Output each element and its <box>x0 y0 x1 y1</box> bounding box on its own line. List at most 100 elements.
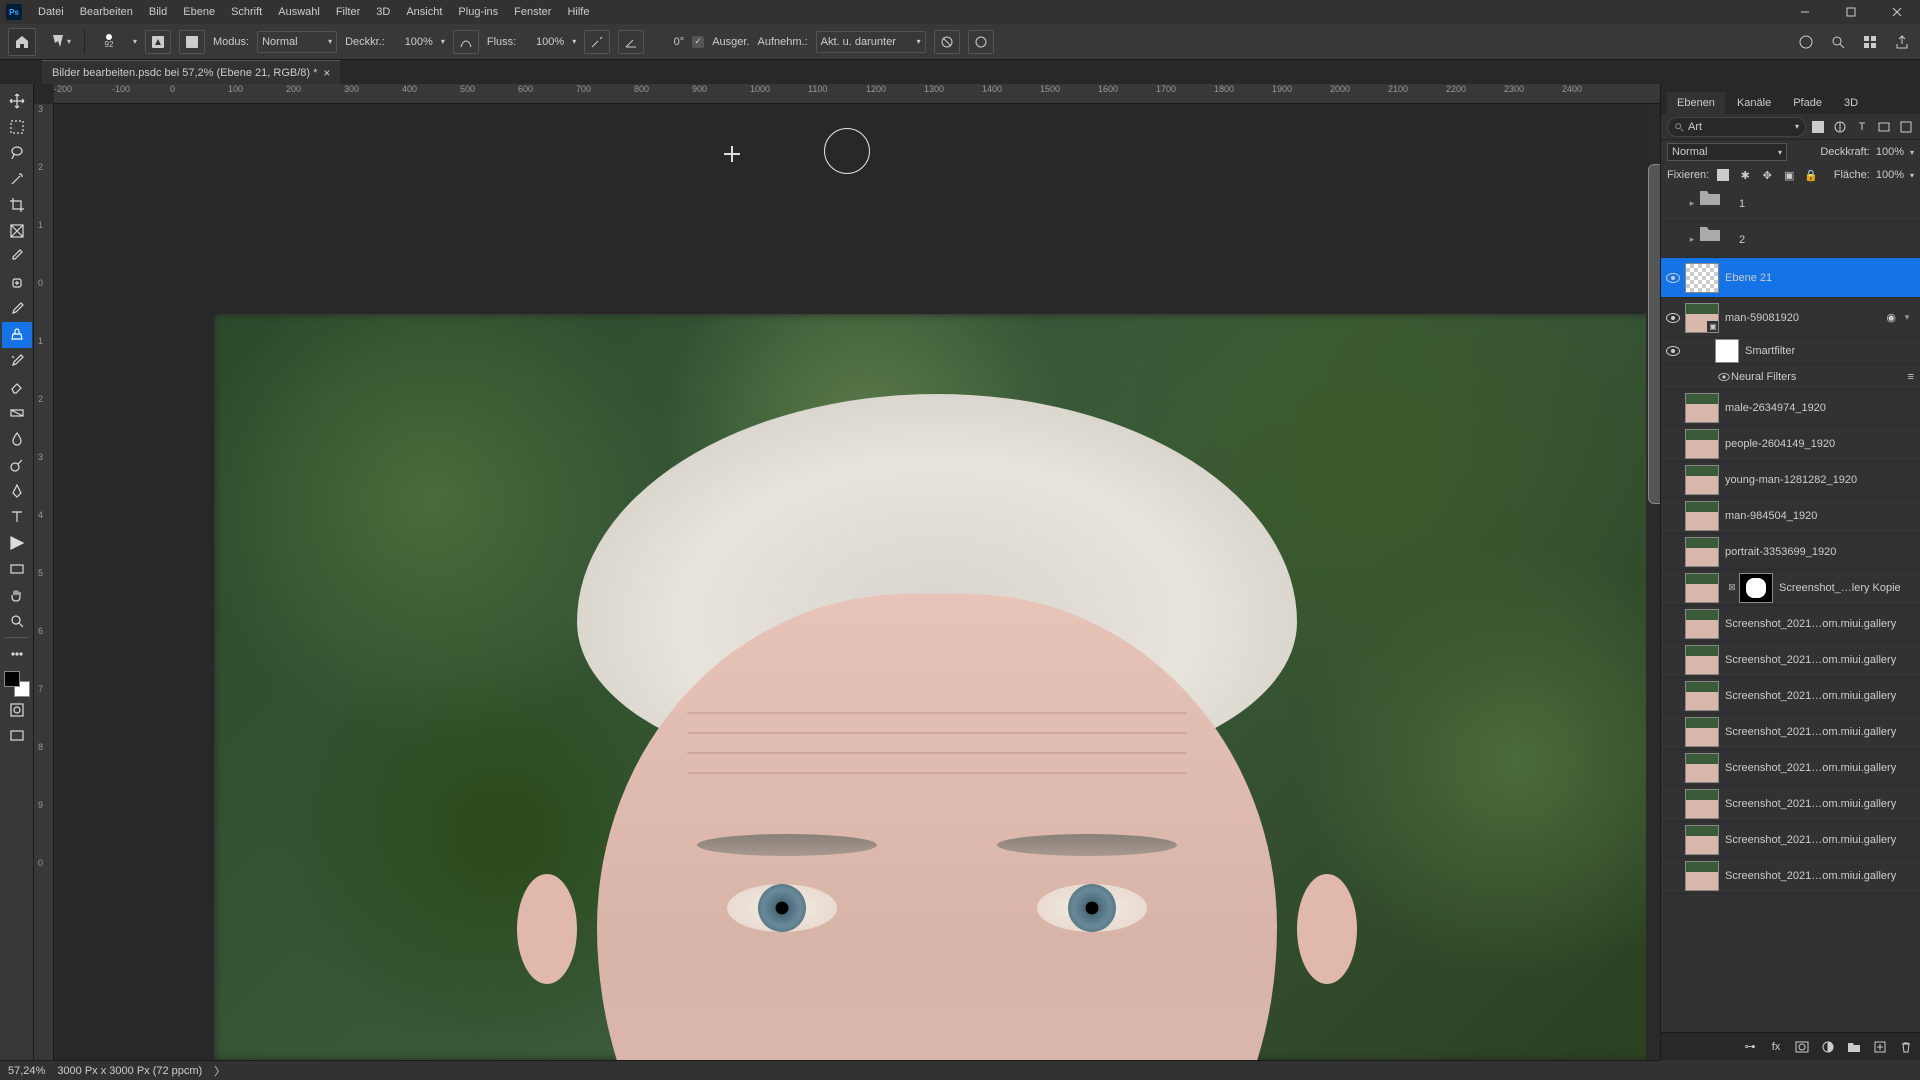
crop-tool[interactable] <box>2 192 32 218</box>
healing-tool[interactable] <box>2 270 32 296</box>
layer-row[interactable]: Screenshot_2021…om.miui.gallery <box>1661 714 1920 750</box>
layers-list[interactable]: ▸1▸2Ebene 21▣man-59081920◉▾SmartfilterNe… <box>1661 186 1920 1032</box>
opacity-pressure-toggle[interactable] <box>453 30 479 54</box>
expand-icon[interactable]: ▸ <box>1685 198 1699 209</box>
menu-ansicht[interactable]: Ansicht <box>398 2 450 22</box>
zoom-level[interactable]: 57,24% <box>8 1065 45 1077</box>
expand-icon[interactable]: ▸ <box>1685 234 1699 245</box>
layer-row[interactable]: ▣man-59081920◉▾ <box>1661 298 1920 338</box>
sample-select[interactable]: Akt. u. darunter▾ <box>816 31 926 53</box>
gradient-tool[interactable] <box>2 400 32 426</box>
airbrush-toggle[interactable] <box>584 30 610 54</box>
new-layer-icon[interactable] <box>1872 1039 1888 1055</box>
angle-icon[interactable] <box>618 30 644 54</box>
edit-toolbar[interactable] <box>2 641 32 667</box>
marquee-tool[interactable] <box>2 114 32 140</box>
panel-tab-3d[interactable]: 3D <box>1834 92 1868 114</box>
status-chevron[interactable]: 〉 <box>214 1063 225 1079</box>
menu-filter[interactable]: Filter <box>328 2 368 22</box>
filter-pixel-icon[interactable] <box>1810 119 1826 135</box>
layer-row[interactable]: man-984504_1920 <box>1661 498 1920 534</box>
layer-row[interactable]: male-2634974_1920 <box>1661 390 1920 426</box>
layer-row[interactable]: Screenshot_2021…om.miui.gallery <box>1661 822 1920 858</box>
link-mask-icon[interactable]: ⊠ <box>1725 582 1739 593</box>
layer-row[interactable]: Ebene 21 <box>1661 258 1920 298</box>
document-tab[interactable]: Bilder bearbeiten.psdc bei 57,2% (Ebene … <box>42 60 340 84</box>
filter-shape-icon[interactable] <box>1876 119 1892 135</box>
layer-row[interactable]: Screenshot_2021…om.miui.gallery <box>1661 606 1920 642</box>
fill-value[interactable]: 100% <box>1876 169 1904 181</box>
layer-row[interactable]: Screenshot_2021…om.miui.gallery <box>1661 786 1920 822</box>
wand-tool[interactable] <box>2 166 32 192</box>
move-tool[interactable] <box>2 88 32 114</box>
link-layers-icon[interactable]: ⊶ <box>1742 1039 1758 1055</box>
eyedropper-tool[interactable] <box>2 244 32 270</box>
layer-row[interactable]: Smartfilter <box>1661 338 1920 364</box>
layer-mask-icon[interactable] <box>1794 1039 1810 1055</box>
layer-row[interactable]: young-man-1281282_1920 <box>1661 462 1920 498</box>
quick-mask-toggle[interactable] <box>2 697 32 723</box>
brush-panel-toggle[interactable] <box>145 30 171 54</box>
blur-tool[interactable] <box>2 426 32 452</box>
pen-tool[interactable] <box>2 478 32 504</box>
angle-input[interactable] <box>652 32 684 52</box>
filter-adjust-icon[interactable] <box>1832 119 1848 135</box>
filter-smart-icon[interactable] <box>1898 119 1914 135</box>
menu-hilfe[interactable]: Hilfe <box>559 2 597 22</box>
new-group-icon[interactable] <box>1846 1039 1862 1055</box>
lasso-tool[interactable] <box>2 140 32 166</box>
adjustment-layer-icon[interactable] <box>1820 1039 1836 1055</box>
layer-row[interactable]: ▸1 <box>1661 186 1920 222</box>
hand-tool[interactable] <box>2 582 32 608</box>
path-tool[interactable] <box>2 530 32 556</box>
rectangle-tool[interactable] <box>2 556 32 582</box>
menu-bearbeiten[interactable]: Bearbeiten <box>72 2 141 22</box>
menu-ebene[interactable]: Ebene <box>175 2 223 22</box>
visibility-toggle[interactable] <box>1661 313 1685 323</box>
layer-row[interactable]: Screenshot_2021…om.miui.gallery <box>1661 678 1920 714</box>
layer-filter-search[interactable]: Art▾ <box>1667 117 1806 137</box>
layer-row[interactable]: people-2604149_1920 <box>1661 426 1920 462</box>
layer-row[interactable]: Screenshot_2021…om.miui.gallery <box>1661 750 1920 786</box>
lock-artboard-icon[interactable]: ▣ <box>1781 167 1797 183</box>
canvas-scrollbar-vertical[interactable] <box>1646 104 1660 1060</box>
brush-tool[interactable] <box>2 296 32 322</box>
blend-mode-select[interactable]: Normal▾ <box>257 31 337 53</box>
close-button[interactable] <box>1874 0 1920 24</box>
pressure-size-toggle[interactable] <box>968 30 994 54</box>
workspace-icon[interactable] <box>1860 32 1880 52</box>
aligned-checkbox[interactable]: ✓ <box>692 36 704 48</box>
canvas[interactable] <box>54 104 1660 1060</box>
menu-datei[interactable]: Datei <box>30 2 72 22</box>
cloud-docs-icon[interactable] <box>1796 32 1816 52</box>
panel-tab-kanäle[interactable]: Kanäle <box>1727 92 1781 114</box>
flow-input[interactable] <box>524 32 564 52</box>
visibility-toggle[interactable] <box>1661 346 1685 356</box>
layer-row[interactable]: Screenshot_2021…om.miui.gallery <box>1661 858 1920 894</box>
menu-schrift[interactable]: Schrift <box>223 2 270 22</box>
menu-fenster[interactable]: Fenster <box>506 2 559 22</box>
filter-options-icon[interactable]: ≡ <box>1908 371 1914 383</box>
layer-row[interactable]: portrait-3353699_1920 <box>1661 534 1920 570</box>
share-icon[interactable] <box>1892 32 1912 52</box>
layer-opacity-value[interactable]: 100% <box>1876 146 1904 158</box>
smart-filter-toggle[interactable]: ◉ <box>1886 311 1896 324</box>
canvas-area[interactable]: -200-10001002003004005006007008009001000… <box>34 84 1660 1060</box>
ignore-adjustment-toggle[interactable] <box>934 30 960 54</box>
search-icon[interactable] <box>1828 32 1848 52</box>
ruler-vertical[interactable]: 32101234567890 <box>34 104 54 1060</box>
delete-layer-icon[interactable] <box>1898 1039 1914 1055</box>
minimize-button[interactable] <box>1782 0 1828 24</box>
layer-fx-icon[interactable]: fx <box>1768 1039 1784 1055</box>
brush-settings-toggle[interactable] <box>179 30 205 54</box>
layer-row[interactable]: Neural Filters≡ <box>1661 364 1920 390</box>
maximize-button[interactable] <box>1828 0 1874 24</box>
layer-row[interactable]: ⊠Screenshot_…lery Kopie <box>1661 570 1920 606</box>
color-swatches[interactable] <box>4 671 30 697</box>
tab-close-icon[interactable]: × <box>323 66 330 80</box>
lock-move-icon[interactable]: ✥ <box>1759 167 1775 183</box>
lock-all-icon[interactable]: 🔒 <box>1803 167 1819 183</box>
doc-info[interactable]: 3000 Px x 3000 Px (72 ppcm) <box>57 1065 202 1077</box>
panel-tab-pfade[interactable]: Pfade <box>1783 92 1832 114</box>
home-button[interactable] <box>8 28 36 56</box>
